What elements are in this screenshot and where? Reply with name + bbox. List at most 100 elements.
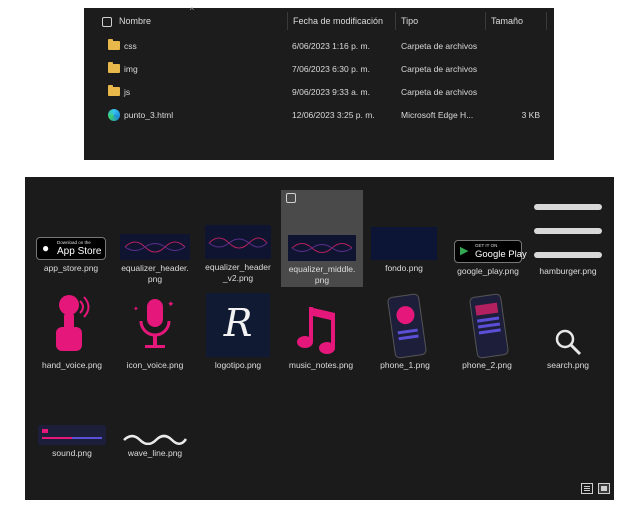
app-store-badge: ● Download on the App Store xyxy=(36,237,106,260)
file-type: Carpeta de archivos xyxy=(401,87,478,97)
phone-mockup-thumbnail xyxy=(457,293,517,359)
large-icons-view-toggle-icon[interactable] xyxy=(598,483,610,494)
file-caption: hand_voice.png xyxy=(41,360,103,370)
file-caption: music_notes.png xyxy=(288,360,354,370)
logo-letter: R xyxy=(223,301,253,345)
file-row-css[interactable]: css 6/06/2023 1:16 p. m. Carpeta de arch… xyxy=(84,35,554,58)
file-modified: 7/06/2023 6:30 p. m. xyxy=(292,64,370,74)
file-tile-hamburger[interactable]: hamburger.png xyxy=(527,201,609,277)
file-tile-sound[interactable]: sound.png xyxy=(31,425,113,459)
music-notes-graphic xyxy=(297,307,335,354)
sound-player-thumbnail xyxy=(38,425,106,445)
file-caption: fondo.png xyxy=(385,263,423,273)
hand-microphone-icon xyxy=(42,293,102,357)
file-tile-app-store[interactable]: ● Download on the App Store app_store.pn… xyxy=(30,237,112,274)
file-tile-hand-voice[interactable]: hand_voice.png xyxy=(31,293,113,371)
background-thumbnail xyxy=(371,227,437,260)
file-modified: 9/06/2023 9:33 a. m. xyxy=(292,87,370,97)
column-header-modified[interactable]: Fecha de modificación xyxy=(293,8,383,34)
file-caption: equalizer_header. png xyxy=(121,263,189,284)
badge-small-text: Download on the xyxy=(57,240,91,245)
apple-icon: ● xyxy=(42,241,50,255)
folder-icon xyxy=(108,62,120,73)
file-caption: phone_1.png xyxy=(380,360,430,370)
logo-thumbnail: R xyxy=(206,293,270,357)
file-caption: icon_voice.png xyxy=(126,360,184,370)
file-row-img[interactable]: img 7/06/2023 6:30 p. m. Carpeta de arch… xyxy=(84,58,554,81)
waveform-graphic xyxy=(124,241,186,253)
file-tile-equalizer-header[interactable]: equalizer_header. png xyxy=(114,234,196,285)
column-header-size[interactable]: Tamaño xyxy=(491,8,523,34)
badge-large-text: App Store xyxy=(57,246,102,257)
file-tile-equalizer-header-v2[interactable]: equalizer_header _v2.png xyxy=(197,225,279,284)
search-icon xyxy=(553,327,583,357)
phone-mockup-thumbnail xyxy=(375,293,435,359)
music-notes-icon xyxy=(291,293,351,357)
file-tile-fondo[interactable]: fondo.png xyxy=(363,227,445,274)
hamburger-icon xyxy=(534,201,602,263)
file-modified: 6/06/2023 1:16 p. m. xyxy=(292,41,370,51)
column-header-type[interactable]: Tipo xyxy=(401,8,418,34)
wave-line-icon xyxy=(122,431,188,446)
file-tile-music-notes[interactable]: music_notes.png xyxy=(280,293,362,371)
equalizer-thumbnail xyxy=(288,235,356,261)
file-type: Microsoft Edge H... xyxy=(401,110,474,120)
file-tile-phone-1[interactable]: phone_1.png xyxy=(364,293,446,371)
folder-icon xyxy=(108,85,120,96)
magnifier-graphic xyxy=(555,329,582,356)
file-caption: hamburger.png xyxy=(539,266,597,276)
column-divider[interactable] xyxy=(287,12,288,30)
file-tile-search[interactable]: search.png xyxy=(527,327,609,371)
play-icon: ▶ xyxy=(460,245,469,257)
select-all-checkbox[interactable] xyxy=(102,17,112,27)
file-caption: phone_2.png xyxy=(462,360,512,370)
file-name: punto_3.html xyxy=(124,110,174,120)
waveform-graphic xyxy=(208,237,268,249)
file-row-punto-3[interactable]: punto_3.html 12/06/2023 3:25 p. m. Micro… xyxy=(84,104,554,127)
file-tile-wave-line[interactable]: wave_line.png xyxy=(114,431,196,459)
equalizer-thumbnail xyxy=(120,234,190,260)
file-tile-icon-voice[interactable]: ✦ ✦ icon_voice.png xyxy=(114,293,196,371)
column-divider[interactable] xyxy=(485,12,486,30)
google-play-badge: ▶ GET IT ON Google Play xyxy=(454,240,527,263)
tile-select-checkbox[interactable] xyxy=(286,193,296,203)
microphone-graphic: ✦ ✦ xyxy=(133,299,175,348)
equalizer-thumbnail xyxy=(205,225,271,259)
file-list-details-view: ^ Nombre Fecha de modificación Tipo Tama… xyxy=(84,6,554,160)
file-modified: 12/06/2023 3:25 p. m. xyxy=(292,110,375,120)
file-tile-phone-2[interactable]: phone_2.png xyxy=(446,293,528,371)
file-tile-google-play[interactable]: ▶ GET IT ON Google Play google_play.png xyxy=(447,240,529,277)
file-caption: logotipo.png xyxy=(214,360,262,370)
file-tile-logotipo[interactable]: R logotipo.png xyxy=(197,293,279,371)
column-divider[interactable] xyxy=(546,12,547,30)
wave-line-graphic xyxy=(123,434,188,446)
file-caption: app_store.png xyxy=(43,263,99,273)
file-caption: google_play.png xyxy=(457,266,519,276)
edge-icon xyxy=(108,109,120,121)
hand-microphone-graphic xyxy=(56,295,90,351)
file-type: Carpeta de archivos xyxy=(401,64,478,74)
folder-icon xyxy=(108,39,120,50)
svg-text:✦: ✦ xyxy=(167,299,175,309)
file-size: 3 KB xyxy=(521,110,540,120)
waveform-graphic xyxy=(291,243,353,253)
column-header-name[interactable]: Nombre xyxy=(119,8,151,34)
file-list-icons-view: ● Download on the App Store app_store.pn… xyxy=(25,177,614,500)
column-divider[interactable] xyxy=(395,12,396,30)
details-view-toggle-icon[interactable] xyxy=(581,483,593,494)
file-row-js[interactable]: js 9/06/2023 9:33 a. m. Carpeta de archi… xyxy=(84,81,554,104)
file-caption: equalizer_middle. png xyxy=(288,264,356,285)
badge-small-text: GET IT ON xyxy=(475,243,498,248)
file-name: img xyxy=(124,64,138,74)
badge-large-text: Google Play xyxy=(475,249,527,260)
microphone-icon: ✦ ✦ xyxy=(125,293,185,357)
file-caption: search.png xyxy=(546,360,590,370)
file-name: js xyxy=(124,87,131,97)
file-caption: sound.png xyxy=(52,448,92,458)
file-name: css xyxy=(124,41,137,51)
file-tile-equalizer-middle-selected[interactable]: equalizer_middle. png xyxy=(281,190,363,287)
file-caption: equalizer_header _v2.png xyxy=(205,262,271,283)
svg-text:✦: ✦ xyxy=(133,305,139,313)
file-type: Carpeta de archivos xyxy=(401,41,478,51)
file-caption: wave_line.png xyxy=(127,448,183,458)
